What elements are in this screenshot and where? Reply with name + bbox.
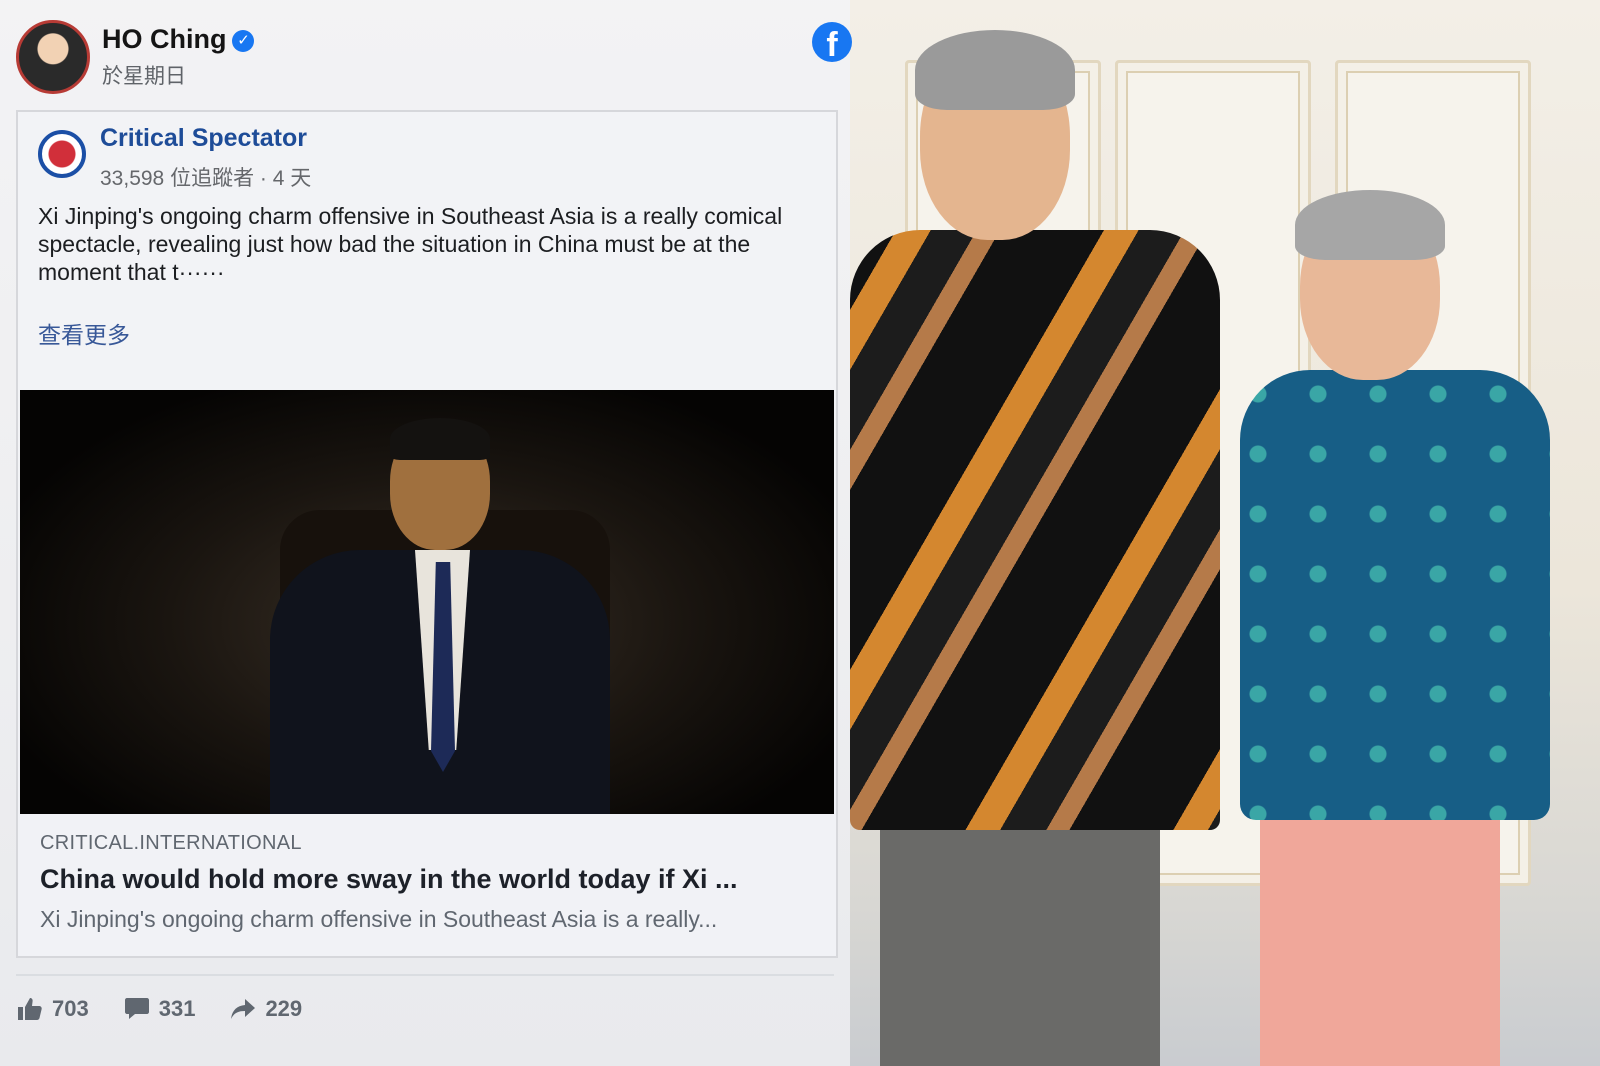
shared-post: Critical Spectator 33,598 位追蹤者 · 4 天 Xi … bbox=[16, 110, 838, 958]
author-name[interactable]: HO Ching ✓ bbox=[102, 24, 255, 55]
comment-icon bbox=[124, 998, 149, 1019]
link-title[interactable]: China would hold more sway in the world … bbox=[40, 864, 820, 895]
facebook-post-card: f HO Ching ✓ 於星期日 Critical Spectator 33,5… bbox=[0, 0, 852, 1066]
author-name-label[interactable]: HO Ching bbox=[102, 24, 226, 54]
page-meta: 33,598 位追蹤者 · 4 天 bbox=[100, 167, 312, 190]
share-count-value: 229 bbox=[265, 996, 303, 1021]
share-count[interactable]: 229 bbox=[231, 996, 302, 1022]
comment-count-value: 331 bbox=[158, 996, 196, 1021]
link-description: Xi Jinping's ongoing charm offensive in … bbox=[40, 906, 718, 932]
thumbs-up-icon bbox=[18, 998, 42, 1020]
see-more-link[interactable]: 查看更多 bbox=[38, 316, 130, 350]
share-arrow-icon bbox=[231, 999, 256, 1019]
like-count-value: 703 bbox=[52, 996, 89, 1021]
page-name[interactable]: Critical Spectator bbox=[100, 124, 307, 153]
link-source: CRITICAL.INTERNATIONAL bbox=[40, 832, 302, 854]
post-timestamp[interactable]: 於星期日 bbox=[102, 60, 186, 90]
verified-badge-icon: ✓ bbox=[232, 30, 255, 52]
article-image[interactable] bbox=[20, 390, 834, 814]
reaction-bar: 703 331 229 bbox=[18, 996, 302, 1022]
facebook-icon: f bbox=[812, 22, 852, 62]
post-text: Xi Jinping's ongoing charm offensive in … bbox=[38, 203, 783, 285]
page-avatar[interactable] bbox=[38, 130, 86, 178]
like-count[interactable]: 703 bbox=[18, 996, 89, 1022]
divider bbox=[16, 974, 834, 976]
comment-count[interactable]: 331 bbox=[124, 996, 196, 1022]
author-avatar[interactable] bbox=[16, 20, 90, 94]
